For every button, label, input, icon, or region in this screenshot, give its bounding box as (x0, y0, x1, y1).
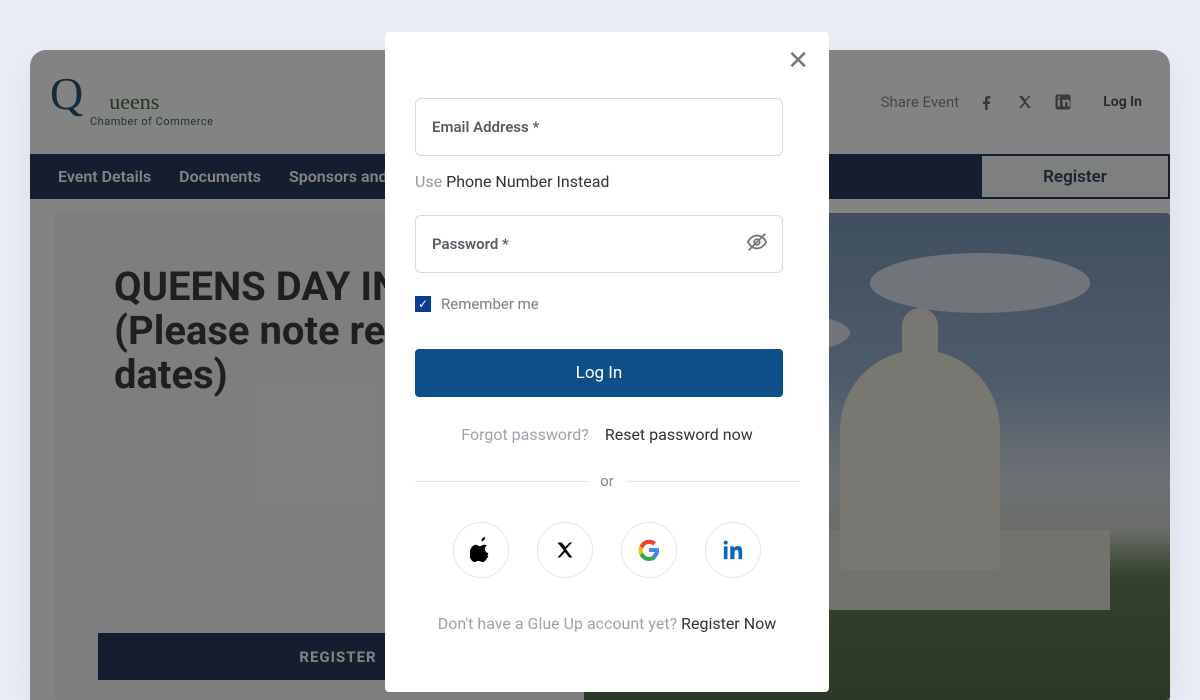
no-account-row: Don't have a Glue Up account yet? Regist… (415, 614, 799, 633)
remember-me-checkbox[interactable]: ✓ (415, 296, 431, 312)
reset-password-link[interactable]: Reset password now (605, 425, 753, 444)
close-icon[interactable]: ✕ (787, 46, 809, 76)
forgot-password-label: Forgot password? (461, 425, 589, 444)
google-login-button[interactable] (621, 522, 677, 578)
password-label: Password * (432, 235, 509, 253)
email-label: Email Address * (432, 118, 539, 136)
use-phone-row: Use Phone Number Instead (415, 172, 799, 191)
eye-off-icon[interactable] (746, 231, 768, 257)
use-phone-prefix: Use (415, 172, 446, 191)
divider: or (415, 472, 799, 490)
email-field[interactable]: Email Address * (415, 98, 783, 156)
register-now-link[interactable]: Register Now (681, 614, 776, 633)
linkedin-login-button[interactable] (705, 522, 761, 578)
login-button[interactable]: Log In (415, 349, 783, 397)
divider-line (415, 481, 588, 482)
x-login-button[interactable] (537, 522, 593, 578)
divider-text: or (600, 472, 614, 490)
remember-me-row: ✓ Remember me (415, 295, 799, 313)
apple-login-button[interactable] (453, 522, 509, 578)
forgot-password-row: Forgot password? Reset password now (415, 425, 799, 444)
login-modal: ✕ Email Address * Use Phone Number Inste… (385, 32, 829, 692)
remember-me-label: Remember me (441, 295, 539, 313)
social-login-row (415, 522, 799, 578)
divider-line (626, 481, 799, 482)
no-account-label: Don't have a Glue Up account yet? (438, 614, 681, 633)
use-phone-link[interactable]: Phone Number Instead (446, 172, 609, 191)
password-field[interactable]: Password * (415, 215, 783, 273)
